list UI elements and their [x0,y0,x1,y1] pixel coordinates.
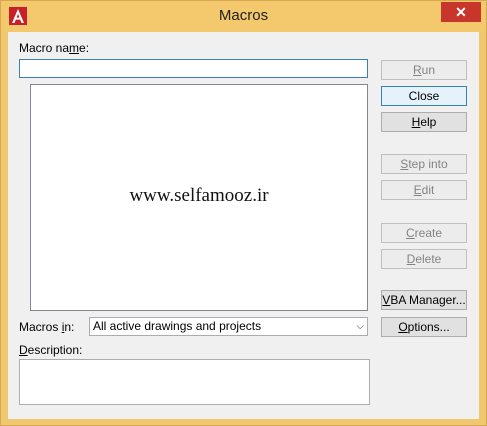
label-text: n: [64,320,75,334]
description-field[interactable] [19,359,370,405]
label-text: Macro na [19,41,70,55]
label-text: e: [79,41,90,55]
macros-dialog: Macros ✕ Macro name: www.selfamooz.ir Ru… [0,0,487,426]
btn-text: reate [414,226,443,240]
btn-accel: C [405,226,415,240]
label-accel: m [69,41,80,55]
run-button[interactable]: Run [381,60,467,80]
btn-accel: O [398,320,408,334]
macros-in-dropdown[interactable]: All active drawings and projects ⌵ [89,317,368,336]
btn-text: ptions... [407,320,450,334]
label-accel: D [19,343,28,357]
btn-text: elete [415,252,442,266]
btn-text: dit [421,183,435,197]
delete-button[interactable]: Delete [381,249,467,269]
step-into-button[interactable]: Step into [381,154,467,174]
chevron-down-icon: ⌵ [356,321,364,332]
window-title: Macros [218,7,269,24]
watermark-text: www.selfamooz.ir [129,185,269,206]
macro-name-input[interactable] [19,59,368,78]
macro-name-label: Macro name: [19,41,89,55]
close-button[interactable]: Close [381,86,467,106]
btn-text: un [421,63,436,77]
help-button[interactable]: Help [381,112,467,132]
btn-text: tep into [408,157,448,171]
options-button[interactable]: Options... [381,317,467,337]
label-text: Macros [19,320,62,334]
btn-text: elp [420,115,437,129]
dropdown-value: All active drawings and projects [93,319,262,333]
btn-accel: E [413,183,422,197]
title-bar: Macros ✕ [1,1,486,32]
btn-accel: R [412,63,422,77]
window-close-button[interactable]: ✕ [441,2,481,22]
create-button[interactable]: Create [381,223,467,243]
dialog-body: Macro name: www.selfamooz.ir Run Close H… [8,32,479,419]
btn-accel: D [406,252,416,266]
macro-list[interactable]: www.selfamooz.ir [30,84,368,311]
label-text: escription: [27,343,83,357]
vba-manager-button[interactable]: VBA Manager... [381,290,467,310]
description-label: Description: [19,343,82,357]
edit-button[interactable]: Edit [381,180,467,200]
macros-in-label: Macros in: [19,320,74,334]
btn-text: BA Manager... [390,293,466,307]
